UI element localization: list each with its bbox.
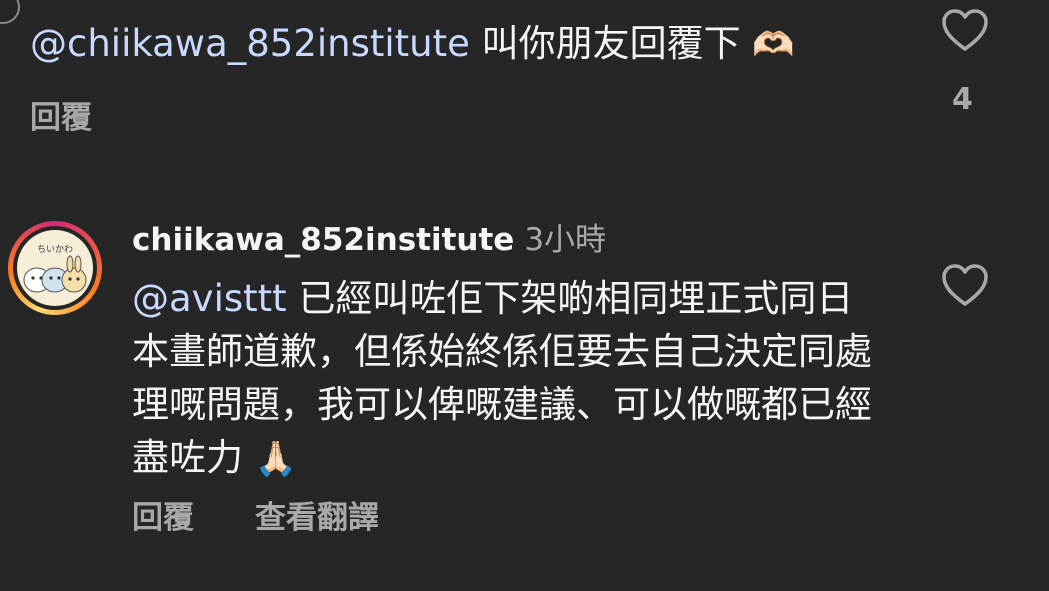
username[interactable]: chiikawa_852institute bbox=[132, 222, 514, 258]
comment-header: chiikawa_852institute 3小時 bbox=[132, 219, 606, 261]
avatar-border: ちいかわ bbox=[13, 226, 97, 310]
reply-button[interactable]: 回覆 bbox=[30, 92, 92, 137]
like-button[interactable] bbox=[941, 8, 989, 52]
avatar-image: ちいかわ bbox=[17, 230, 93, 306]
like-count: 4 bbox=[952, 82, 973, 117]
comment-body: 叫你朋友回覆下 bbox=[469, 22, 741, 65]
comment-text: @avisttt 已經叫咗佢下架啲相同埋正式同日本畫師道歉，但係始終係佢要去自己… bbox=[132, 272, 872, 486]
heart-icon bbox=[941, 8, 989, 52]
heart-icon bbox=[941, 263, 989, 307]
reply-button[interactable]: 回覆 bbox=[132, 492, 194, 537]
timestamp: 3小時 bbox=[524, 222, 607, 258]
like-button[interactable] bbox=[941, 263, 989, 307]
avatar-logo-text: ちいかわ bbox=[37, 244, 73, 255]
heart-hands-emoji: 🫶🏻 bbox=[752, 25, 795, 65]
folded-hands-emoji: 🙏🏻 bbox=[254, 439, 298, 479]
comment-text: @chiikawa_852institute 叫你朋友回覆下 🫶🏻 bbox=[30, 18, 795, 71]
mention-link[interactable]: @avisttt bbox=[132, 277, 287, 320]
previous-avatar-edge bbox=[0, 0, 20, 24]
see-translation-button[interactable]: 查看翻譯 bbox=[255, 492, 379, 537]
mention-link[interactable]: @chiikawa_852institute bbox=[30, 22, 470, 65]
avatar[interactable]: ちいかわ bbox=[8, 221, 102, 315]
